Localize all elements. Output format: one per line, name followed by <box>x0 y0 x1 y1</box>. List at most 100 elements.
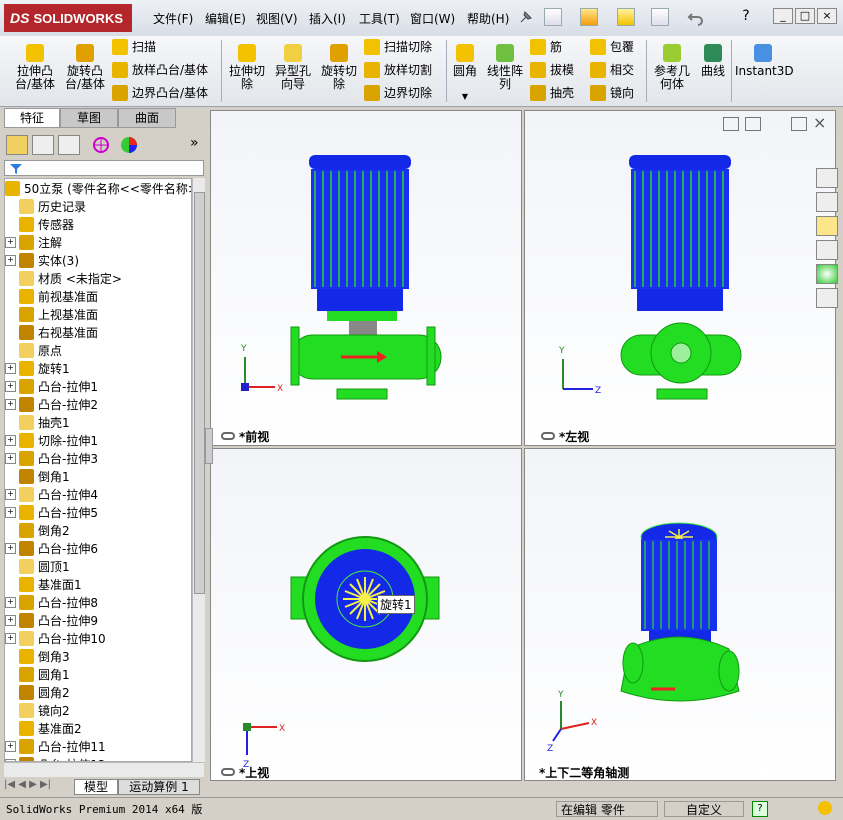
tree-item[interactable]: + 凸台-拉伸1 <box>5 377 98 395</box>
boundary-boss-button[interactable]: 边界凸台/基体 <box>112 84 208 101</box>
tree-item[interactable]: 镜向2 <box>5 701 70 719</box>
tree-item[interactable]: + 凸台-拉伸5 <box>5 503 98 521</box>
reference-geometry-button[interactable]: 参考几 何体 <box>650 44 694 91</box>
tree-item[interactable]: + 切除-拉伸1 <box>5 431 98 449</box>
viewport-front[interactable]: YX *前视 <box>210 110 522 446</box>
swept-cut-button[interactable]: 扫描切除 <box>364 38 432 55</box>
viewport-close-icon[interactable]: × <box>813 113 826 132</box>
tab-motion-study[interactable]: 运动算例 1 <box>118 779 200 795</box>
curves-button[interactable]: 曲线 <box>698 44 728 78</box>
menu-window[interactable]: 窗口(W) <box>410 10 455 27</box>
hole-wizard-button[interactable]: 异型孔 向导 <box>272 44 314 91</box>
undo-icon[interactable] <box>687 8 705 26</box>
expand-toggle-icon[interactable]: + <box>5 542 16 554</box>
tree-item[interactable]: 历史记录 <box>5 197 86 215</box>
tree-item[interactable]: 材质 <未指定> <box>5 269 122 287</box>
tree-item[interactable]: 基准面2 <box>5 719 82 737</box>
viewport-top[interactable]: XZ 旋转1 *上视 <box>210 448 522 781</box>
expand-toggle-icon[interactable]: + <box>5 632 16 644</box>
expand-toggle-icon[interactable]: + <box>5 506 16 518</box>
menu-help[interactable]: 帮助(H) <box>467 10 509 27</box>
appearances-icon[interactable] <box>816 264 838 284</box>
tree-item[interactable]: +凸台-拉伸12 <box>5 755 106 761</box>
loft-boss-button[interactable]: 放样凸台/基体 <box>112 61 208 78</box>
tab-surfaces[interactable]: 曲面 <box>118 108 176 128</box>
revolve-cut-button[interactable]: 旋转切 除 <box>318 44 360 91</box>
tree-item[interactable]: + 凸台-拉伸3 <box>5 449 98 467</box>
design-library-icon[interactable] <box>816 192 838 212</box>
tree-item[interactable]: 圆角2 <box>5 683 70 701</box>
tree-item[interactable]: + 凸台-拉伸10 <box>5 629 106 647</box>
tab-navigation-arrows[interactable]: |◀ ◀ ▶ ▶| <box>4 779 70 795</box>
tree-item[interactable]: 基准面1 <box>5 575 82 593</box>
wrap-button[interactable]: 包覆 <box>590 38 634 55</box>
dimxpert-icon[interactable] <box>90 135 112 155</box>
menu-tools[interactable]: 工具(T) <box>359 10 400 27</box>
tree-item[interactable]: 圆角1 <box>5 665 70 683</box>
tree-item[interactable]: 抽壳1 <box>5 413 70 431</box>
menu-file[interactable]: 文件(F) <box>153 10 193 27</box>
menu-edit[interactable]: 编辑(E) <box>205 10 246 27</box>
pin-icon[interactable] <box>517 8 535 26</box>
tab-sketch[interactable]: 草图 <box>60 108 118 128</box>
viewport-left[interactable]: YZ *左视 × <box>524 110 836 446</box>
lofted-cut-button[interactable]: 放样切割 <box>364 61 432 78</box>
configuration-manager-icon[interactable] <box>58 135 80 155</box>
menu-view[interactable]: 视图(V) <box>256 10 298 27</box>
tree-item[interactable]: 倒角3 <box>5 647 70 665</box>
fillet-button[interactable]: 圆角 ▼ <box>450 44 480 103</box>
boundary-cut-button[interactable]: 边界切除 <box>364 84 432 101</box>
expand-toggle-icon[interactable]: + <box>5 398 16 410</box>
viewport-isometric[interactable]: Y X Z *上下二等角轴测 <box>524 448 836 781</box>
extrude-boss-button[interactable]: 拉伸凸 台/基体 <box>12 44 58 91</box>
revolve-boss-button[interactable]: 旋转凸 台/基体 <box>62 44 108 91</box>
intersect-button[interactable]: 相交 <box>590 61 634 78</box>
menu-insert[interactable]: 插入(I) <box>309 10 346 27</box>
extrude-cut-button[interactable]: 拉伸切 除 <box>226 44 268 91</box>
status-help-icon[interactable]: ? <box>752 801 768 817</box>
help-question-icon[interactable]: ? <box>737 8 755 26</box>
tree-filter-input[interactable] <box>4 160 204 176</box>
custom-properties-icon[interactable] <box>816 288 838 308</box>
view-palette-icon[interactable] <box>816 240 838 260</box>
print-icon[interactable] <box>651 8 669 26</box>
tree-item[interactable]: + 凸台-拉伸2 <box>5 395 98 413</box>
expand-toggle-icon[interactable]: + <box>5 596 16 608</box>
tree-vertical-scrollbar[interactable] <box>192 178 205 762</box>
viewport-maximize-icon[interactable] <box>791 117 807 131</box>
tree-item[interactable]: 圆顶1 <box>5 557 70 575</box>
scroll-thumb[interactable] <box>194 192 205 594</box>
linear-pattern-button[interactable]: 线性阵 列 <box>484 44 526 91</box>
dropdown-arrow-icon[interactable]: ▼ <box>450 90 480 103</box>
expand-toggle-icon[interactable]: + <box>5 614 16 626</box>
expand-toggle-icon[interactable]: + <box>5 488 16 500</box>
expand-toggle-icon[interactable]: + <box>5 380 16 392</box>
expand-toggle-icon[interactable]: + <box>5 362 16 374</box>
display-manager-icon[interactable] <box>118 135 140 155</box>
solidworks-resources-icon[interactable] <box>816 168 838 188</box>
panel-splitter-handle[interactable] <box>205 428 213 464</box>
tree-item[interactable]: 前视基准面 <box>5 287 98 305</box>
tab-model[interactable]: 模型 <box>74 779 118 795</box>
restore-button[interactable]: □ <box>795 8 815 24</box>
tree-horizontal-scrollbar[interactable] <box>4 762 204 777</box>
open-folder-icon[interactable] <box>580 8 598 26</box>
shell-button[interactable]: 抽壳 <box>530 84 574 101</box>
expand-toggle-icon[interactable]: + <box>5 434 16 446</box>
rebuild-warning-icon[interactable] <box>617 8 635 26</box>
instant3d-button[interactable]: Instant3D <box>735 44 794 78</box>
property-manager-icon[interactable] <box>32 135 54 155</box>
tree-item[interactable]: + 注解 <box>5 233 62 251</box>
rebuild-icon[interactable] <box>818 801 832 815</box>
expand-toggle-icon[interactable]: + <box>5 740 16 752</box>
close-button[interactable]: × <box>817 8 837 24</box>
viewport-tile-icon[interactable] <box>723 117 739 131</box>
tree-item[interactable]: 倒角2 <box>5 521 70 539</box>
tree-item[interactable]: 上视基准面 <box>5 305 98 323</box>
solidworks-logo[interactable]: DS SOLIDWORKS <box>4 4 132 32</box>
tab-features[interactable]: 特征 <box>4 108 60 128</box>
tree-item[interactable]: + 凸台-拉伸9 <box>5 611 98 629</box>
tree-item[interactable]: + 实体(3) <box>5 251 79 269</box>
feature-manager-icon[interactable] <box>6 135 28 155</box>
new-document-icon[interactable] <box>544 8 562 26</box>
